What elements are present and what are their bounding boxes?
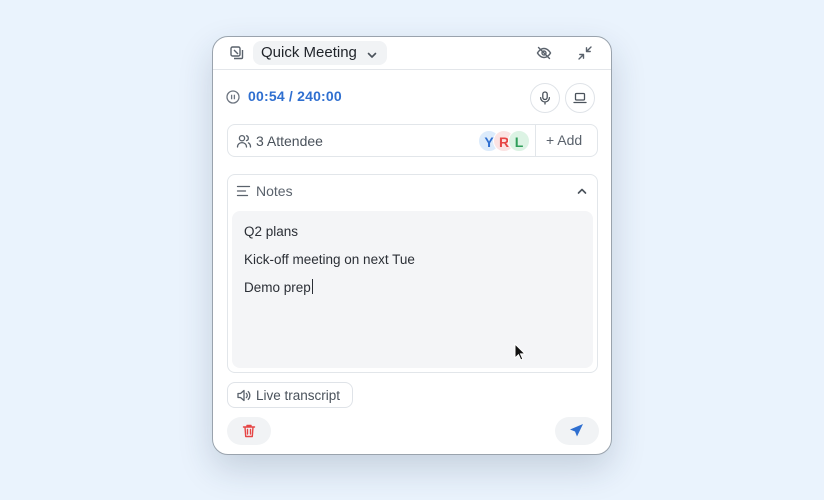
eye-off-icon[interactable] (536, 45, 552, 61)
laptop-icon (573, 92, 587, 104)
microphone-button[interactable] (530, 83, 560, 113)
timer-row: 00:54 / 240:00 (213, 81, 611, 113)
mouse-pointer-icon (514, 343, 526, 361)
live-transcript-button[interactable]: Live transcript (227, 382, 354, 408)
timer-separator: / (284, 88, 298, 104)
notes-section: Notes Q2 plans Kick-off meeting on next … (227, 174, 598, 373)
timer-elapsed: 00:54 (248, 88, 285, 104)
meeting-title-dropdown[interactable]: Quick Meeting (253, 41, 387, 65)
chevron-down-icon (365, 46, 379, 60)
chevron-up-icon[interactable] (575, 184, 589, 198)
add-attendee-button[interactable]: + Add (546, 132, 582, 148)
notes-editor[interactable]: Q2 plans Kick-off meeting on next Tue De… (232, 211, 593, 368)
note-line-active: Demo prep (244, 279, 581, 307)
attendee-divider (535, 125, 536, 156)
note-line: Kick-off meeting on next Tue (244, 252, 415, 267)
collapse-icon[interactable] (577, 45, 593, 61)
text-align-icon (236, 184, 251, 198)
send-icon (570, 424, 583, 437)
pause-icon[interactable] (226, 90, 240, 104)
attendee-count: 3 Attendee (256, 133, 323, 149)
attendee-bar[interactable]: 3 Attendee Y R L + Add (227, 124, 598, 157)
speaker-icon (237, 389, 251, 402)
trash-icon (242, 424, 256, 438)
note-line-text: Demo prep (244, 280, 311, 295)
screen-share-button[interactable] (565, 83, 595, 113)
timer-total: 240:00 (297, 88, 342, 104)
microphone-icon (539, 91, 551, 105)
notes-header-label: Notes (256, 183, 293, 199)
meeting-timer: 00:54 / 240:00 (248, 88, 342, 104)
meeting-panel: Quick Meeting 00:54 / 240:00 3 Attendee … (212, 36, 612, 455)
users-icon (236, 133, 252, 149)
delete-button[interactable] (227, 417, 271, 445)
note-line: Q2 plans (244, 224, 299, 239)
text-caret (311, 279, 313, 294)
avatar[interactable]: L (508, 130, 530, 152)
panel-header: Quick Meeting (213, 37, 611, 70)
copy-window-icon[interactable] (229, 45, 245, 61)
live-transcript-label: Live transcript (256, 388, 341, 403)
meeting-title: Quick Meeting (261, 44, 357, 61)
send-button[interactable] (555, 417, 599, 445)
